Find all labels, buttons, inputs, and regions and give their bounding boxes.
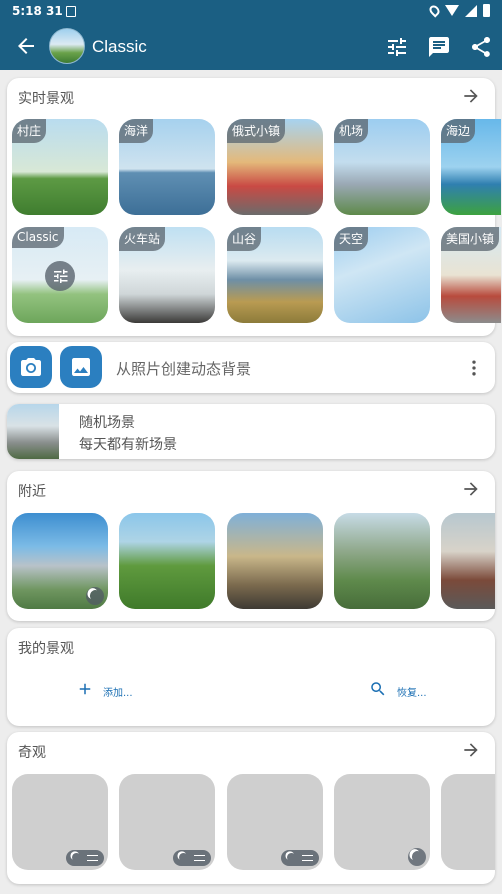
scene-label: 天空: [334, 227, 369, 251]
sliders-icon: [45, 261, 75, 291]
scene-label: 村庄: [12, 119, 47, 143]
chat-icon[interactable]: [427, 35, 451, 59]
moon-icon: [173, 850, 211, 866]
scene-label: 俄式小镇: [227, 119, 286, 143]
scene-label: 海洋: [119, 119, 154, 143]
wonder-tile[interactable]: [227, 774, 323, 870]
image-icon: [72, 358, 90, 376]
add-scene-button[interactable]: 添加...: [103, 684, 133, 699]
gallery-button[interactable]: [60, 346, 102, 388]
scene-label: 机场: [334, 119, 369, 143]
scene-tile-ocean[interactable]: 海洋: [119, 119, 215, 215]
random-scene-thumbnail: [7, 404, 59, 459]
nearby-tile[interactable]: [12, 513, 108, 609]
share-icon[interactable]: [469, 35, 493, 59]
location-icon: [427, 3, 442, 18]
status-time: 5:18: [12, 4, 42, 18]
scene-label: 山谷: [227, 227, 262, 251]
status-temperature: 31: [46, 4, 63, 18]
wifi-icon: [445, 5, 459, 16]
wonder-tile[interactable]: [334, 774, 430, 870]
scene-tile-seaside[interactable]: 海边: [441, 119, 501, 215]
scene-label: Classic: [12, 227, 64, 248]
moon-icon: [408, 848, 426, 866]
nearby-tile[interactable]: [441, 513, 495, 609]
my-scenes-card: 我的景观: [7, 628, 495, 726]
wonder-tile[interactable]: [441, 774, 495, 870]
scene-tile-valley[interactable]: 山谷: [227, 227, 323, 323]
scene-label: 海边: [441, 119, 476, 143]
wonders-card: 奇观: [7, 732, 495, 884]
scene-tile-classic[interactable]: Classic: [12, 227, 108, 323]
camera-icon: [21, 358, 41, 376]
random-scene-subtitle: 每天都有新场景: [79, 437, 177, 453]
restore-button[interactable]: 恢复...: [397, 684, 427, 699]
wonders-title: 奇观: [18, 745, 46, 761]
back-arrow-icon[interactable]: [14, 34, 38, 58]
moon-icon: [66, 850, 104, 866]
moon-icon: [86, 587, 104, 605]
nearby-tile[interactable]: [119, 513, 215, 609]
notification-icon: [66, 6, 76, 17]
arrow-right-icon[interactable]: [461, 479, 481, 499]
scene-label: 美国小镇: [441, 227, 500, 251]
scene-tile-train-station[interactable]: 火车站: [119, 227, 215, 323]
arrow-right-icon[interactable]: [461, 86, 481, 106]
status-bar: 5:18 31: [0, 0, 502, 24]
nearby-tile[interactable]: [334, 513, 430, 609]
moon-icon: [281, 850, 319, 866]
signal-icon: [465, 4, 477, 17]
my-scenes-title: 我的景观: [18, 641, 74, 657]
live-scenes-title: 实时景观: [18, 91, 74, 107]
scene-tile-american-town[interactable]: 美国小镇: [441, 227, 501, 323]
wonder-tile[interactable]: [12, 774, 108, 870]
more-vert-icon[interactable]: [464, 358, 484, 378]
search-icon[interactable]: [369, 680, 387, 698]
nearby-title: 附近: [18, 484, 46, 500]
camera-button[interactable]: [10, 346, 52, 388]
scene-tile-airport[interactable]: 机场: [334, 119, 430, 215]
live-scenes-card: 实时景观 村庄 海洋 俄式小镇 机场 海边 Classic 火车站 山谷 天空 …: [7, 78, 501, 336]
scene-tile-village[interactable]: 村庄: [12, 119, 108, 215]
avatar: [49, 28, 85, 64]
scene-label: 火车站: [119, 227, 166, 251]
arrow-right-icon[interactable]: [461, 740, 481, 760]
create-from-photo-label[interactable]: 从照片创建动态背景: [116, 358, 251, 379]
nearby-card: 附近: [7, 471, 495, 621]
scene-tile-sky[interactable]: 天空: [334, 227, 430, 323]
wonder-tile[interactable]: [119, 774, 215, 870]
random-scene-title: 随机场景: [79, 415, 135, 431]
nearby-tile[interactable]: [227, 513, 323, 609]
plus-icon[interactable]: [76, 680, 94, 698]
page-title: Classic: [92, 37, 147, 56]
app-bar: Classic: [0, 24, 502, 70]
sliders-icon[interactable]: [385, 35, 409, 59]
battery-icon: [483, 4, 490, 17]
scene-tile-russian-town[interactable]: 俄式小镇: [227, 119, 323, 215]
